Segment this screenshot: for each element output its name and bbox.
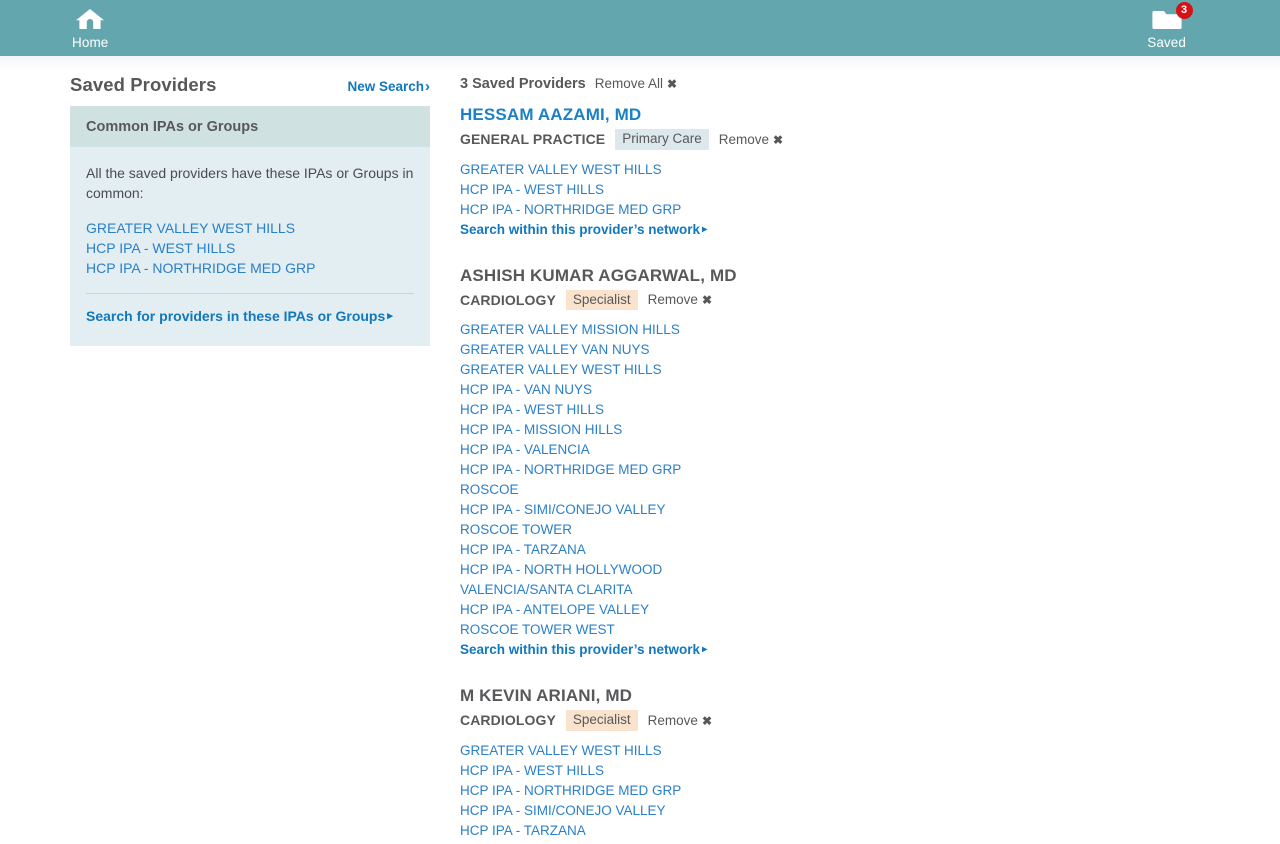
common-ipas-panel-heading: Common IPAs or Groups: [70, 106, 430, 147]
provider-name[interactable]: M KEVIN ARIANI, MD: [460, 686, 1280, 706]
triangle-right-icon: ▸: [702, 645, 707, 655]
remove-provider-label: Remove: [648, 292, 698, 307]
list-item[interactable]: HCP IPA - WEST HILLS: [86, 238, 414, 258]
close-icon: ✖: [702, 715, 712, 727]
close-icon: ✖: [702, 294, 712, 306]
list-item[interactable]: HCP IPA - SIMI/CONEJO VALLEY: [460, 500, 1280, 520]
provider-specialty: GENERAL PRACTICE: [460, 131, 605, 147]
search-provider-network-label: Search within this provider’s network: [460, 220, 700, 240]
nav-saved-label: Saved: [1147, 36, 1186, 50]
panel-divider: [86, 293, 414, 294]
list-item[interactable]: HCP IPA - MISSION HILLS: [460, 420, 1280, 440]
search-provider-network-link[interactable]: Search within this provider’s network▸: [460, 220, 707, 240]
close-icon: ✖: [773, 134, 783, 146]
new-search-link[interactable]: New Search ›: [347, 79, 430, 94]
list-item[interactable]: HCP IPA - NORTHRIDGE MED GRP: [460, 200, 1280, 220]
saved-providers-header: 3 Saved Providers Remove All ✖: [460, 76, 1280, 92]
list-item[interactable]: HCP IPA - NORTHRIDGE MED GRP: [86, 258, 414, 278]
provider-network-list: GREATER VALLEY WEST HILLSHCP IPA - WEST …: [460, 741, 1280, 841]
list-item[interactable]: GREATER VALLEY WEST HILLS: [460, 160, 1280, 180]
list-item[interactable]: HCP IPA - NORTHRIDGE MED GRP: [460, 460, 1280, 480]
remove-provider-button[interactable]: Remove ✖: [648, 292, 712, 307]
list-item[interactable]: VALENCIA/SANTA CLARITA: [460, 580, 1280, 600]
remove-provider-button[interactable]: Remove ✖: [719, 132, 783, 147]
provider-card: ASHISH KUMAR AGGARWAL, MD CARDIOLOGY Speci…: [460, 266, 1280, 661]
provider-card: HESSAM AAZAMI, MD GENERAL PRACTICE Primary…: [460, 105, 1280, 240]
provider-name[interactable]: HESSAM AAZAMI, MD: [460, 105, 1280, 125]
sidebar-header: Saved Providers New Search ›: [70, 74, 430, 106]
provider-meta-row: CARDIOLOGY Specialist Remove ✖: [460, 290, 1280, 311]
provider-specialty: CARDIOLOGY: [460, 292, 556, 308]
provider-meta-row: GENERAL PRACTICE Primary Care Remove ✖: [460, 129, 1280, 150]
provider-card: M KEVIN ARIANI, MD CARDIOLOGY Specialist Re…: [460, 686, 1280, 841]
list-item[interactable]: GREATER VALLEY WEST HILLS: [86, 218, 414, 238]
remove-all-button[interactable]: Remove All ✖: [595, 76, 677, 91]
sidebar: Saved Providers New Search › Common IPAs…: [70, 74, 430, 346]
provider-meta-row: CARDIOLOGY Specialist Remove ✖: [460, 710, 1280, 731]
list-item[interactable]: HCP IPA - VAN NUYS: [460, 380, 1280, 400]
provider-name[interactable]: ASHISH KUMAR AGGARWAL, MD: [460, 266, 1280, 286]
list-item[interactable]: GREATER VALLEY WEST HILLS: [460, 360, 1280, 380]
nav-item-home[interactable]: Home: [72, 7, 108, 50]
list-item[interactable]: HCP IPA - SIMI/CONEJO VALLEY: [460, 801, 1280, 821]
home-icon: [75, 7, 105, 31]
triangle-right-icon: ▸: [387, 311, 393, 322]
list-item[interactable]: HCP IPA - NORTH HOLLYWOOD: [460, 560, 1280, 580]
list-item[interactable]: HCP IPA - TARZANA: [460, 540, 1280, 560]
common-ipas-panel-body: All the saved providers have these IPAs …: [70, 147, 430, 346]
close-icon: ✖: [667, 78, 677, 90]
search-provider-network-link[interactable]: Search within this provider’s network▸: [460, 640, 707, 660]
saved-count-badge: 3: [1176, 2, 1193, 19]
nav-home-label: Home: [72, 36, 108, 50]
chevron-right-icon: ›: [425, 79, 430, 94]
list-item[interactable]: HCP IPA - TARZANA: [460, 821, 1280, 841]
saved-providers-count: 3 Saved Providers: [460, 76, 586, 92]
common-ipas-intro: All the saved providers have these IPAs …: [86, 163, 414, 204]
common-ipas-list: GREATER VALLEY WEST HILLS HCP IPA - WEST…: [86, 218, 414, 279]
list-item[interactable]: ROSCOE TOWER WEST: [460, 620, 1280, 640]
remove-provider-label: Remove: [648, 713, 698, 728]
triangle-right-icon: ▸: [702, 225, 707, 235]
list-item[interactable]: HCP IPA - VALENCIA: [460, 440, 1280, 460]
list-item[interactable]: GREATER VALLEY WEST HILLS: [460, 741, 1280, 761]
top-navigation-bar: Home 3 Saved: [0, 0, 1280, 56]
remove-provider-label: Remove: [719, 132, 769, 147]
search-ipas-label: Search for providers in these IPAs or Gr…: [86, 308, 385, 324]
saved-providers-list: 3 Saved Providers Remove All ✖ HESSAM AA…: [460, 74, 1280, 841]
list-item[interactable]: HCP IPA - NORTHRIDGE MED GRP: [460, 781, 1280, 801]
list-item[interactable]: HCP IPA - ANTELOPE VALLEY: [460, 600, 1280, 620]
list-item[interactable]: ROSCOE TOWER: [460, 520, 1280, 540]
list-item[interactable]: GREATER VALLEY MISSION HILLS: [460, 320, 1280, 340]
search-provider-network-label: Search within this provider’s network: [460, 640, 700, 660]
providers-container: HESSAM AAZAMI, MD GENERAL PRACTICE Primary…: [460, 105, 1280, 841]
provider-network-list: GREATER VALLEY MISSION HILLSGREATER VALL…: [460, 320, 1280, 660]
page-title: Saved Providers: [70, 74, 217, 96]
list-item[interactable]: HCP IPA - WEST HILLS: [460, 400, 1280, 420]
list-item[interactable]: HCP IPA - WEST HILLS: [460, 761, 1280, 781]
folder-icon: 3: [1152, 7, 1182, 31]
list-item[interactable]: HCP IPA - WEST HILLS: [460, 180, 1280, 200]
provider-specialty: CARDIOLOGY: [460, 712, 556, 728]
page-content: Saved Providers New Search › Common IPAs…: [0, 56, 1280, 841]
provider-type-badge: Primary Care: [615, 129, 709, 150]
list-item[interactable]: ROSCOE: [460, 480, 1280, 500]
new-search-label: New Search: [347, 79, 424, 94]
search-ipas-link[interactable]: Search for providers in these IPAs or Gr…: [86, 308, 393, 324]
nav-item-saved[interactable]: 3 Saved: [1147, 7, 1186, 50]
list-item[interactable]: GREATER VALLEY VAN NUYS: [460, 340, 1280, 360]
remove-provider-button[interactable]: Remove ✖: [648, 713, 712, 728]
provider-network-list: GREATER VALLEY WEST HILLSHCP IPA - WEST …: [460, 160, 1280, 240]
common-ipas-panel: Common IPAs or Groups All the saved prov…: [70, 106, 430, 346]
remove-all-label: Remove All: [595, 76, 663, 91]
provider-type-badge: Specialist: [566, 290, 638, 311]
provider-type-badge: Specialist: [566, 710, 638, 731]
